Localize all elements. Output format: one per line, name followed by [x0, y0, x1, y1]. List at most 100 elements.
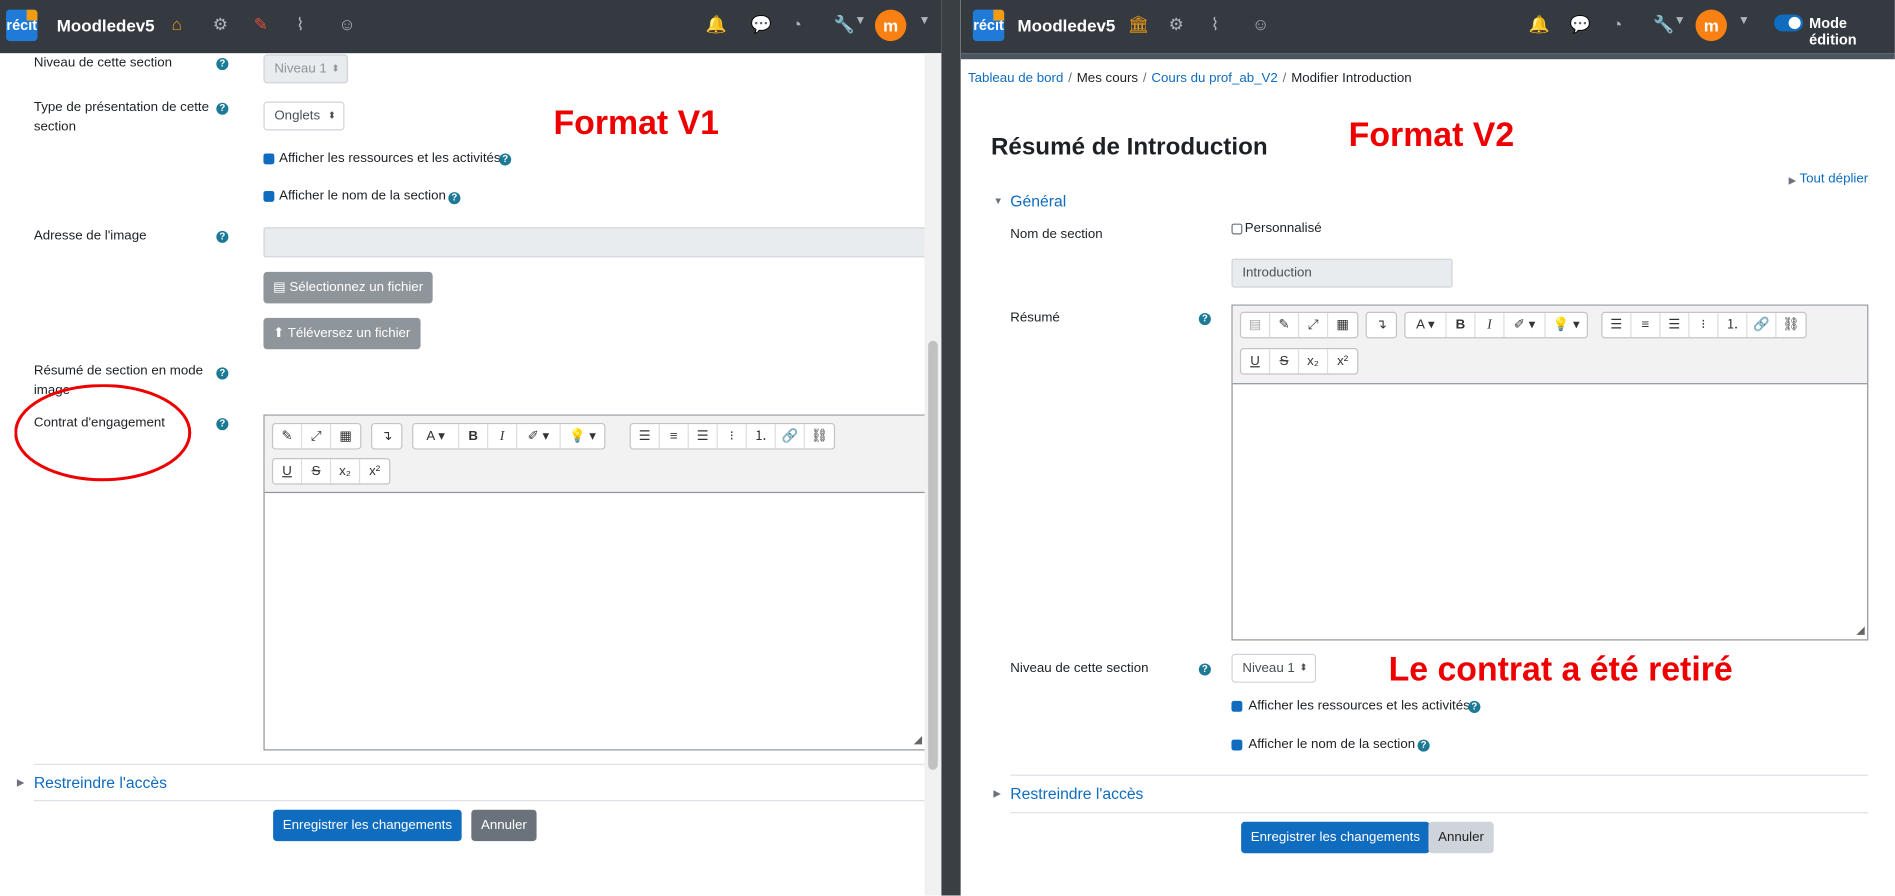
- restrict-access-link[interactable]: Restreindre l'accès: [34, 773, 167, 791]
- strikethrough-icon[interactable]: S: [302, 459, 332, 484]
- align-center-icon[interactable]: ≡: [660, 424, 689, 449]
- select-file-button[interactable]: ▤ Sélectionnez un fichier: [263, 271, 433, 304]
- help-icon[interactable]: ?: [216, 58, 229, 71]
- fullscreen-icon[interactable]: ⤢: [302, 424, 332, 449]
- users-icon[interactable]: ☺: [338, 15, 355, 34]
- breadcrumb-my-courses[interactable]: Mes cours: [1077, 71, 1138, 86]
- align-right-icon[interactable]: ☰: [689, 424, 718, 449]
- lightbulb-icon[interactable]: 💡 ▾: [561, 424, 605, 448]
- superscript-icon[interactable]: x²: [1328, 349, 1357, 373]
- breadcrumb-dashboard[interactable]: Tableau de bord: [968, 71, 1063, 86]
- help-icon[interactable]: ?: [216, 230, 229, 243]
- bold-icon[interactable]: B: [459, 424, 489, 449]
- strikethrough-icon[interactable]: S: [1270, 349, 1300, 374]
- unlink-icon[interactable]: ⛓: [805, 424, 834, 448]
- resize-handle-icon[interactable]: ◢: [1856, 624, 1864, 637]
- color-brush-icon[interactable]: ✐ ▾: [1505, 313, 1546, 338]
- dashboard-icon[interactable]: ◔: [792, 15, 802, 34]
- site-brand[interactable]: Moodledev5: [57, 16, 155, 35]
- scrollbar-thumb[interactable]: [928, 340, 938, 770]
- link-icon[interactable]: 🔗: [776, 424, 805, 449]
- gear-icon[interactable]: ⚙: [1169, 15, 1184, 34]
- image-address-input[interactable]: [263, 227, 926, 258]
- institution-icon[interactable]: 🏛: [1128, 15, 1149, 34]
- scrollbar[interactable]: [924, 53, 942, 896]
- gear-icon[interactable]: ⚙: [213, 15, 228, 34]
- superscript-icon[interactable]: x²: [360, 459, 389, 483]
- save-button[interactable]: Enregistrer les changements: [1241, 821, 1430, 854]
- edit-mode-toggle[interactable]: [1774, 14, 1804, 32]
- bullet-list-icon[interactable]: ⁝: [718, 424, 747, 449]
- subscript-icon[interactable]: x₂: [331, 459, 361, 484]
- bold-icon[interactable]: B: [1447, 313, 1476, 338]
- italic-icon[interactable]: I: [488, 424, 518, 449]
- show-more-icon[interactable]: ↴: [1367, 313, 1396, 337]
- save-button[interactable]: Enregistrer les changements: [273, 809, 462, 842]
- brush-icon[interactable]: ⌇: [296, 15, 304, 34]
- underline-icon[interactable]: U: [273, 459, 303, 484]
- pencil-icon[interactable]: ✎: [254, 15, 268, 34]
- help-icon[interactable]: ?: [1417, 739, 1430, 752]
- show-name-checkbox[interactable]: [263, 190, 275, 202]
- show-more-icon[interactable]: ↴: [372, 424, 401, 448]
- numbered-list-icon[interactable]: ⒈: [747, 424, 776, 449]
- breadcrumb-course[interactable]: Cours du prof_ab_V2: [1151, 71, 1277, 86]
- link-icon[interactable]: 🔗: [1747, 313, 1777, 338]
- site-brand[interactable]: Moodledev5: [1018, 16, 1116, 35]
- fullscreen-icon[interactable]: ⤢: [1299, 313, 1329, 338]
- user-avatar[interactable]: m: [1695, 9, 1727, 42]
- custom-name-checkbox[interactable]: [1231, 223, 1243, 235]
- numbered-list-icon[interactable]: ⒈: [1718, 313, 1748, 338]
- chat-icon[interactable]: 💬: [750, 15, 771, 34]
- expand-all-link[interactable]: Tout déplier: [1799, 172, 1868, 187]
- type-presentation-select[interactable]: Onglets ⬍: [263, 101, 345, 131]
- recit-logo[interactable]: récit: [6, 9, 38, 42]
- show-name-checkbox[interactable]: [1231, 739, 1243, 751]
- help-icon[interactable]: ?: [1468, 700, 1481, 714]
- niveau-select[interactable]: Niveau 1 ⬍: [263, 54, 349, 84]
- contrat-editor[interactable]: ✎ ⤢ ▦ ↴ A ▾ B I ✐ ▾ 💡 ▾ ☰ ≡ ☰ ⁝ ⒈ 🔗 ⛓ U …: [263, 414, 926, 751]
- general-section-header[interactable]: Général: [1010, 192, 1066, 210]
- font-icon[interactable]: A ▾: [413, 424, 460, 449]
- resize-handle-icon[interactable]: ◢: [914, 734, 922, 747]
- home-icon[interactable]: ⌂: [172, 15, 182, 34]
- resume-editor[interactable]: ▤ ✎ ⤢ ▦ ↴ A ▾ B I ✐ ▾ 💡 ▾ ☰ ≡ ☰ ⁝ ⒈ �: [1231, 304, 1869, 641]
- bullet-list-icon[interactable]: ⁝: [1689, 313, 1719, 338]
- help-icon[interactable]: ?: [1198, 313, 1211, 326]
- help-icon[interactable]: ?: [1198, 663, 1211, 676]
- align-left-icon[interactable]: ☰: [631, 424, 660, 449]
- subscript-icon[interactable]: x₂: [1299, 349, 1329, 374]
- wrench-icon[interactable]: 🔧: [834, 15, 855, 34]
- calculator-icon[interactable]: ▦: [331, 424, 360, 448]
- cancel-button[interactable]: Annuler: [471, 809, 537, 842]
- chat-icon[interactable]: 💬: [1570, 15, 1591, 34]
- wrench-icon[interactable]: 🔧: [1653, 15, 1674, 34]
- calculator-icon[interactable]: ▦: [1328, 313, 1357, 337]
- unlink-icon[interactable]: ⛓: [1776, 313, 1805, 337]
- pencil-icon[interactable]: ✎: [1270, 313, 1300, 338]
- users-icon[interactable]: ☺: [1252, 15, 1269, 34]
- pencil-icon[interactable]: ✎: [273, 424, 303, 449]
- font-icon[interactable]: A ▾: [1405, 313, 1447, 338]
- recit-logo[interactable]: récit: [972, 9, 1005, 42]
- align-center-icon[interactable]: ≡: [1631, 313, 1661, 338]
- underline-icon[interactable]: U: [1241, 349, 1271, 374]
- bell-icon[interactable]: 🔔: [1529, 15, 1550, 34]
- show-resources-checkbox[interactable]: [1231, 700, 1243, 712]
- cancel-button[interactable]: Annuler: [1428, 821, 1494, 854]
- bell-icon[interactable]: 🔔: [706, 15, 727, 34]
- brush-icon[interactable]: ⌇: [1211, 15, 1219, 34]
- upload-file-button[interactable]: ⬆ Téléversez un fichier: [263, 317, 421, 350]
- help-icon[interactable]: ?: [216, 418, 229, 431]
- italic-icon[interactable]: I: [1476, 313, 1505, 338]
- niveau-select[interactable]: Niveau 1 ⬍: [1231, 653, 1317, 683]
- help-icon[interactable]: ?: [448, 192, 461, 205]
- align-right-icon[interactable]: ☰: [1660, 313, 1690, 338]
- user-avatar[interactable]: m: [874, 9, 907, 42]
- help-icon[interactable]: ?: [499, 153, 512, 166]
- clipboard-icon[interactable]: ▤: [1241, 313, 1271, 338]
- show-resources-checkbox[interactable]: [263, 153, 275, 165]
- align-left-icon[interactable]: ☰: [1602, 313, 1632, 338]
- section-name-input[interactable]: Introduction: [1231, 258, 1453, 288]
- help-icon[interactable]: ?: [216, 102, 229, 115]
